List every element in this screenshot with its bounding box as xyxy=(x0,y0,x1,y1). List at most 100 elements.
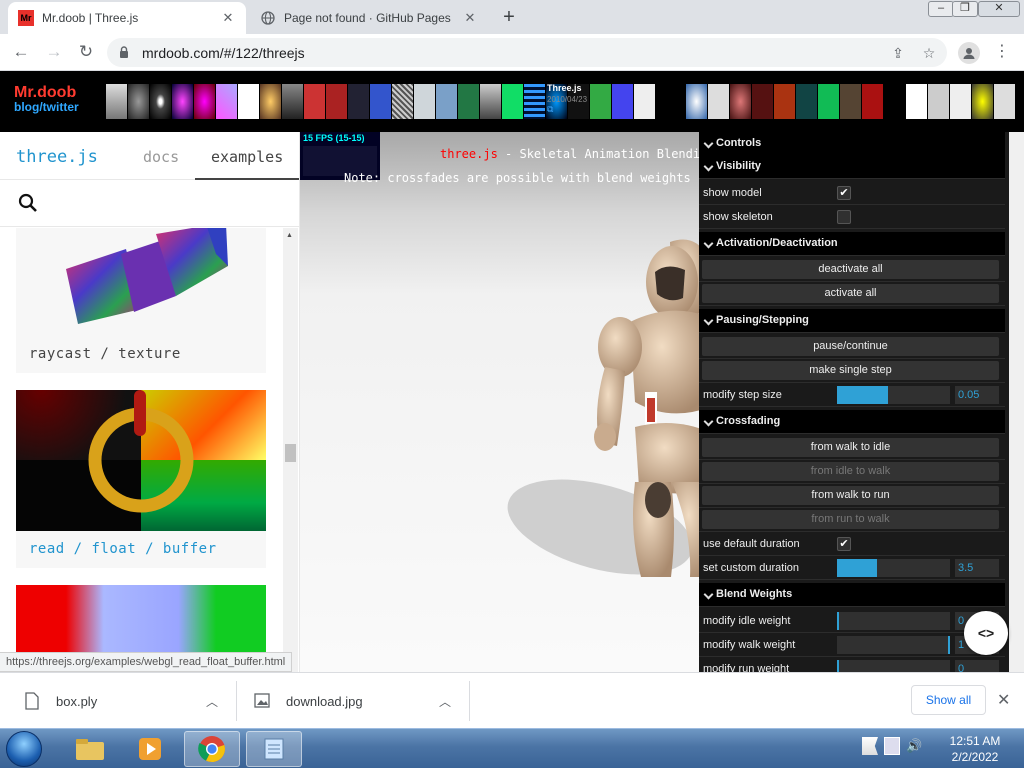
webgl-viewport[interactable]: 15 FPS (15-15) three.js - Skeletal Anima… xyxy=(300,132,709,672)
row-single-step: make single step xyxy=(699,359,1005,383)
reload-icon[interactable]: ↻ xyxy=(74,40,98,64)
single-step-button[interactable]: make single step xyxy=(702,361,999,380)
walk-to-run-button[interactable]: from walk to run xyxy=(702,486,999,505)
close-window-icon[interactable]: ✕ xyxy=(978,1,1020,17)
threejs-logo[interactable]: three.js xyxy=(16,147,98,167)
custom-duration-slider[interactable] xyxy=(837,559,950,577)
folder-controls[interactable]: Controls xyxy=(699,132,1005,156)
activate-all-button[interactable]: activate all xyxy=(702,284,999,303)
show-skeleton-checkbox[interactable] xyxy=(837,210,851,224)
media-player-taskbar-icon[interactable] xyxy=(122,731,178,767)
new-tab-button[interactable]: + xyxy=(498,7,520,29)
network-icon[interactable] xyxy=(884,737,900,755)
chrome-taskbar-icon[interactable] xyxy=(184,731,240,767)
close-shelf-icon[interactable]: ✕ xyxy=(997,690,1010,710)
volume-icon[interactable]: 🔊 xyxy=(906,737,922,755)
brand-links[interactable]: blog/twitter xyxy=(14,101,79,114)
walk-weight-slider[interactable] xyxy=(837,636,950,654)
row-activate-all: activate all xyxy=(699,282,1005,306)
scrollbar-thumb[interactable] xyxy=(285,444,296,462)
chevron-up-icon[interactable]: ︿ xyxy=(439,693,451,710)
sidebar-scrollbar[interactable]: ▲ xyxy=(283,228,298,672)
example-card-read-float-buffer[interactable]: read / float / buffer xyxy=(16,390,266,568)
external-link-icon[interactable]: ⧉ xyxy=(547,104,587,115)
folder-activation[interactable]: Activation/Deactivation xyxy=(699,232,1005,256)
row-pause-continue: pause/continue xyxy=(699,335,1005,359)
row-walk-to-run: from walk to run xyxy=(699,484,1005,508)
url-text: mrdoob.com/#/122/threejs xyxy=(142,45,305,61)
project-thumbnails-right[interactable] xyxy=(686,84,1015,119)
download-item-box-ply[interactable]: box.ply ︿ xyxy=(24,681,224,721)
slider-track xyxy=(837,636,948,654)
deactivate-all-button[interactable]: deactivate all xyxy=(702,260,999,279)
notepad-taskbar-icon[interactable] xyxy=(246,731,302,767)
view-source-button[interactable]: <> xyxy=(964,611,1008,655)
row-step-size: modify step size 0.05 xyxy=(699,383,1005,407)
show-all-button[interactable]: Show all xyxy=(911,685,986,715)
idle-weight-slider[interactable] xyxy=(837,612,950,630)
folder-crossfading[interactable]: Crossfading xyxy=(699,410,1005,434)
folder-pausing[interactable]: Pausing/Stepping xyxy=(699,309,1005,333)
download-item-download-jpg[interactable]: download.jpg ︿ xyxy=(254,681,454,721)
system-tray: 🔊 xyxy=(862,737,922,755)
run-to-walk-button[interactable]: from run to walk xyxy=(702,510,999,529)
tab-strip: Mr Mr.doob | Three.js ✕ Page not found ·… xyxy=(0,0,1024,34)
tab-github-pages[interactable]: Page not found · GitHub Pages ✕ xyxy=(250,2,488,34)
control-label: show model xyxy=(703,187,762,199)
close-tab-icon[interactable]: ✕ xyxy=(462,10,478,26)
menu-kebab-icon[interactable]: ⋮ xyxy=(992,41,1012,65)
project-thumbnails-left[interactable] xyxy=(106,84,677,119)
control-label: modify step size xyxy=(703,389,782,401)
image-file-icon xyxy=(254,693,270,708)
link-status-bar: https://threejs.org/examples/webgl_read_… xyxy=(0,652,293,672)
row-custom-duration: set custom duration 3.5 xyxy=(699,556,1005,580)
start-button-icon[interactable] xyxy=(6,731,42,767)
run-weight-slider[interactable] xyxy=(837,660,950,672)
default-duration-checkbox[interactable]: ✔ xyxy=(837,537,851,551)
row-idle-to-walk: from idle to walk xyxy=(699,460,1005,484)
step-size-input[interactable]: 0.05 xyxy=(955,386,999,404)
idle-to-walk-button[interactable]: from idle to walk xyxy=(702,462,999,481)
custom-duration-input[interactable]: 3.5 xyxy=(955,559,999,577)
pause-continue-button[interactable]: pause/continue xyxy=(702,337,999,356)
mrdoob-brand[interactable]: Mr.doob blog/twitter xyxy=(14,84,79,114)
slider-fill xyxy=(837,386,888,404)
soldier-model xyxy=(507,239,709,577)
slider-fill xyxy=(837,559,877,577)
tab-examples[interactable]: examples xyxy=(195,132,299,180)
taskbar-clock[interactable]: 12:51 AM 2/2/2022 xyxy=(940,733,1010,765)
back-arrow-icon[interactable]: ← xyxy=(9,40,33,64)
control-label: modify idle weight xyxy=(703,615,791,627)
search-icon[interactable] xyxy=(18,193,38,213)
windows-taskbar: 🔊 12:51 AM 2/2/2022 xyxy=(0,728,1024,768)
folder-visibility[interactable]: Visibility xyxy=(699,155,1005,179)
tab-docs[interactable]: docs xyxy=(143,148,179,166)
action-center-flag-icon[interactable] xyxy=(862,737,878,755)
scroll-up-arrow-icon[interactable]: ▲ xyxy=(286,232,293,239)
bookmark-star-icon[interactable]: ☆ xyxy=(919,43,939,63)
example-card-raycast-texture[interactable]: raycast / texture xyxy=(16,228,266,373)
profile-avatar-icon[interactable] xyxy=(958,42,980,64)
minimize-icon[interactable]: – xyxy=(928,1,954,17)
address-bar[interactable]: mrdoob.com/#/122/threejs ⇪ ☆ xyxy=(107,38,947,67)
forward-arrow-icon[interactable]: → xyxy=(42,40,66,64)
current-project-info[interactable]: Three.js 2010/04/23 ⧉ xyxy=(547,83,587,115)
browser-toolbar: ← → ↻ mrdoob.com/#/122/threejs ⇪ ☆ ⋮ xyxy=(0,34,1024,71)
slider-fill xyxy=(837,660,839,672)
folder-blend-weights[interactable]: Blend Weights xyxy=(699,583,1005,607)
explorer-taskbar-icon[interactable] xyxy=(62,731,118,767)
controls-panel: Controls Visibility show model ✔ show sk… xyxy=(699,132,1009,672)
share-icon[interactable]: ⇪ xyxy=(888,43,908,63)
show-model-checkbox[interactable]: ✔ xyxy=(837,186,851,200)
row-walk-to-idle: from walk to idle xyxy=(699,436,1005,460)
step-size-slider[interactable] xyxy=(837,386,950,404)
restore-icon[interactable]: ❐ xyxy=(952,1,978,17)
page-scrollbar[interactable] xyxy=(1009,132,1024,672)
search-row[interactable] xyxy=(0,180,299,227)
walk-to-idle-button[interactable]: from walk to idle xyxy=(702,438,999,457)
chevron-up-icon[interactable]: ︿ xyxy=(206,693,218,710)
run-weight-input[interactable]: 0 xyxy=(955,660,999,672)
close-tab-icon[interactable]: ✕ xyxy=(220,10,236,26)
example-label: raycast / texture xyxy=(29,346,181,362)
tab-mrdoob[interactable]: Mr Mr.doob | Three.js ✕ xyxy=(8,2,246,34)
